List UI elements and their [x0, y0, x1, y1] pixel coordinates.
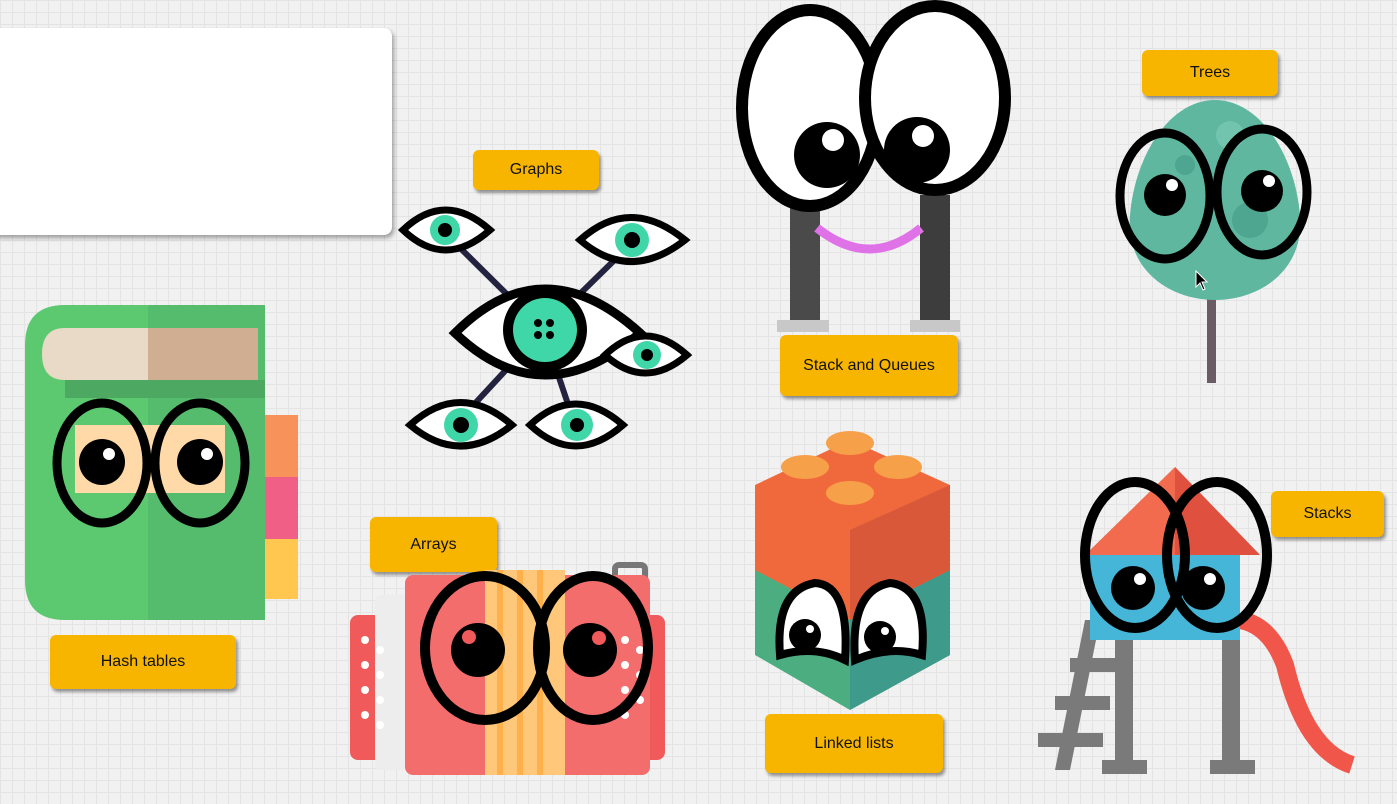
graphs-label[interactable]: Graphs: [473, 150, 599, 190]
trees-label[interactable]: Trees: [1142, 50, 1278, 96]
eye-network-illustration: [397, 206, 693, 450]
tree-illustration: [1115, 100, 1312, 383]
blank-panel: [0, 28, 392, 235]
lego-brick-illustration: [755, 431, 950, 710]
mouse-pointer-icon: [1195, 270, 1209, 291]
stack-and-queues-label[interactable]: Stack and Queues: [780, 335, 958, 396]
book-illustration: [25, 305, 298, 620]
accordion-illustration: [350, 562, 665, 775]
playground-slide-illustration: [1038, 467, 1356, 774]
character-illustration: [736, 0, 1011, 332]
linked-lists-label[interactable]: Linked lists: [765, 714, 943, 773]
hash-tables-label[interactable]: Hash tables: [50, 635, 236, 689]
